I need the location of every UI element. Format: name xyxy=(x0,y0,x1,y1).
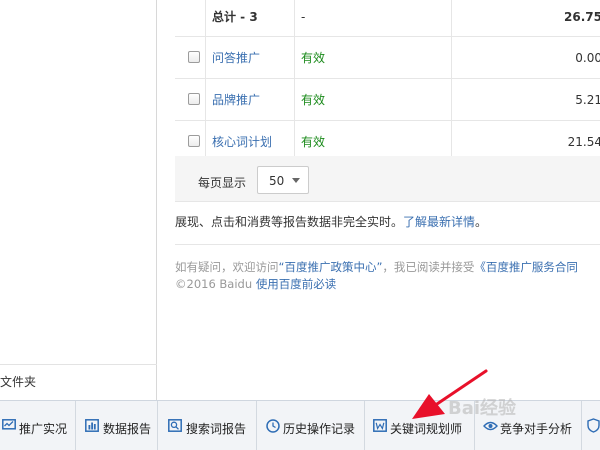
eye-icon xyxy=(483,421,498,431)
spend-value: 0.00 xyxy=(575,51,600,65)
row-checkbox[interactable] xyxy=(188,51,200,63)
footer-line-2: ©2016 Baidu 使用百度前必读 xyxy=(175,276,578,293)
divider xyxy=(175,244,600,245)
campaign-name-link[interactable]: 核心词计划 xyxy=(212,135,272,149)
status-text: 有效 xyxy=(301,51,326,65)
toolbar-label: 推广实况 xyxy=(19,422,68,436)
spend-value: 21.54 xyxy=(567,135,600,149)
notice-text: 展现、点击和消费等报告数据非完全实时。 xyxy=(175,215,404,229)
campaign-name-link[interactable]: 品牌推广 xyxy=(212,93,260,107)
chevron-down-icon xyxy=(292,178,300,183)
footer-text: ，我已阅读并接受 xyxy=(382,260,475,274)
toolbar-label: 关键词规划师 xyxy=(390,422,463,436)
realtime-notice: 展现、点击和消费等报告数据非完全实时。了解最新详情。 xyxy=(175,213,487,230)
folder-row[interactable]: 文件夹 xyxy=(0,364,157,394)
toolbar-label: 数据报告 xyxy=(103,422,152,436)
clock-icon xyxy=(266,419,280,433)
spend-value: 5.21 xyxy=(575,93,600,107)
shield-icon xyxy=(587,418,600,433)
page-size-value: 50 xyxy=(269,174,285,188)
toolbar-label: 历史操作记录 xyxy=(283,422,356,436)
toolbar-item-data-report[interactable]: 数据报告 xyxy=(76,401,158,450)
copyright-text: ©2016 Baidu xyxy=(175,277,256,291)
toolbar-label: 竞争对手分析 xyxy=(500,422,573,436)
policy-center-link[interactable]: “百度推广政策中心” xyxy=(279,260,383,274)
page-size-select[interactable]: 50 xyxy=(257,166,309,194)
table-row: 问答推广 有效 0.00 xyxy=(175,37,600,79)
monitor-icon xyxy=(2,419,16,430)
total-value: 26.75 xyxy=(564,10,600,24)
total-status: - xyxy=(301,10,306,24)
row-checkbox[interactable] xyxy=(188,93,200,105)
toolbar-label: 搜索词报告 xyxy=(186,422,247,436)
watermark: Bai经验 xyxy=(448,398,517,419)
toolbar-item-search-term-report[interactable]: 搜索词报告 xyxy=(158,401,257,450)
page-footer: 如有疑问，欢迎访问“百度推广政策中心”，我已阅读并接受《百度推广服务合同 ©20… xyxy=(175,259,578,293)
footer-text: 如有疑问，欢迎访问 xyxy=(175,260,279,274)
toolbar-item-more[interactable] xyxy=(582,401,600,450)
read-before-use-link[interactable]: 使用百度前必读 xyxy=(256,277,337,291)
row-checkbox[interactable] xyxy=(188,135,200,147)
keyword-icon xyxy=(373,419,387,432)
bar-chart-icon xyxy=(85,419,99,432)
toolbar-item-history-log[interactable]: 历史操作记录 xyxy=(257,401,365,450)
search-icon xyxy=(168,419,182,432)
table-total-row: 总计 - 3 - 26.75 xyxy=(175,0,600,37)
per-page-label: 每页显示 xyxy=(198,176,247,190)
pagination-bar: 每页显示 50 xyxy=(175,156,600,202)
campaign-table: 总计 - 3 - 26.75 问答推广 有效 0.00 品牌推广 有效 5.21… xyxy=(175,0,600,163)
details-link[interactable]: 了解最新详情 xyxy=(403,215,475,229)
service-contract-link[interactable]: 《百度推广服务合同 xyxy=(474,260,578,274)
left-panel: 文件夹 xyxy=(0,0,157,400)
footer-line-1: 如有疑问，欢迎访问“百度推广政策中心”，我已阅读并接受《百度推广服务合同 xyxy=(175,259,578,276)
total-label: 总计 - 3 xyxy=(212,10,258,24)
status-text: 有效 xyxy=(301,135,326,149)
status-text: 有效 xyxy=(301,93,326,107)
notice-suffix: 。 xyxy=(475,215,488,229)
campaign-name-link[interactable]: 问答推广 xyxy=(212,51,260,65)
table-row: 品牌推广 有效 5.21 xyxy=(175,79,600,121)
toolbar-item-live-ads[interactable]: 推广实况 xyxy=(0,401,76,450)
folder-label: 文件夹 xyxy=(0,375,37,389)
main-content: 总计 - 3 - 26.75 问答推广 有效 0.00 品牌推广 有效 5.21… xyxy=(175,0,600,400)
